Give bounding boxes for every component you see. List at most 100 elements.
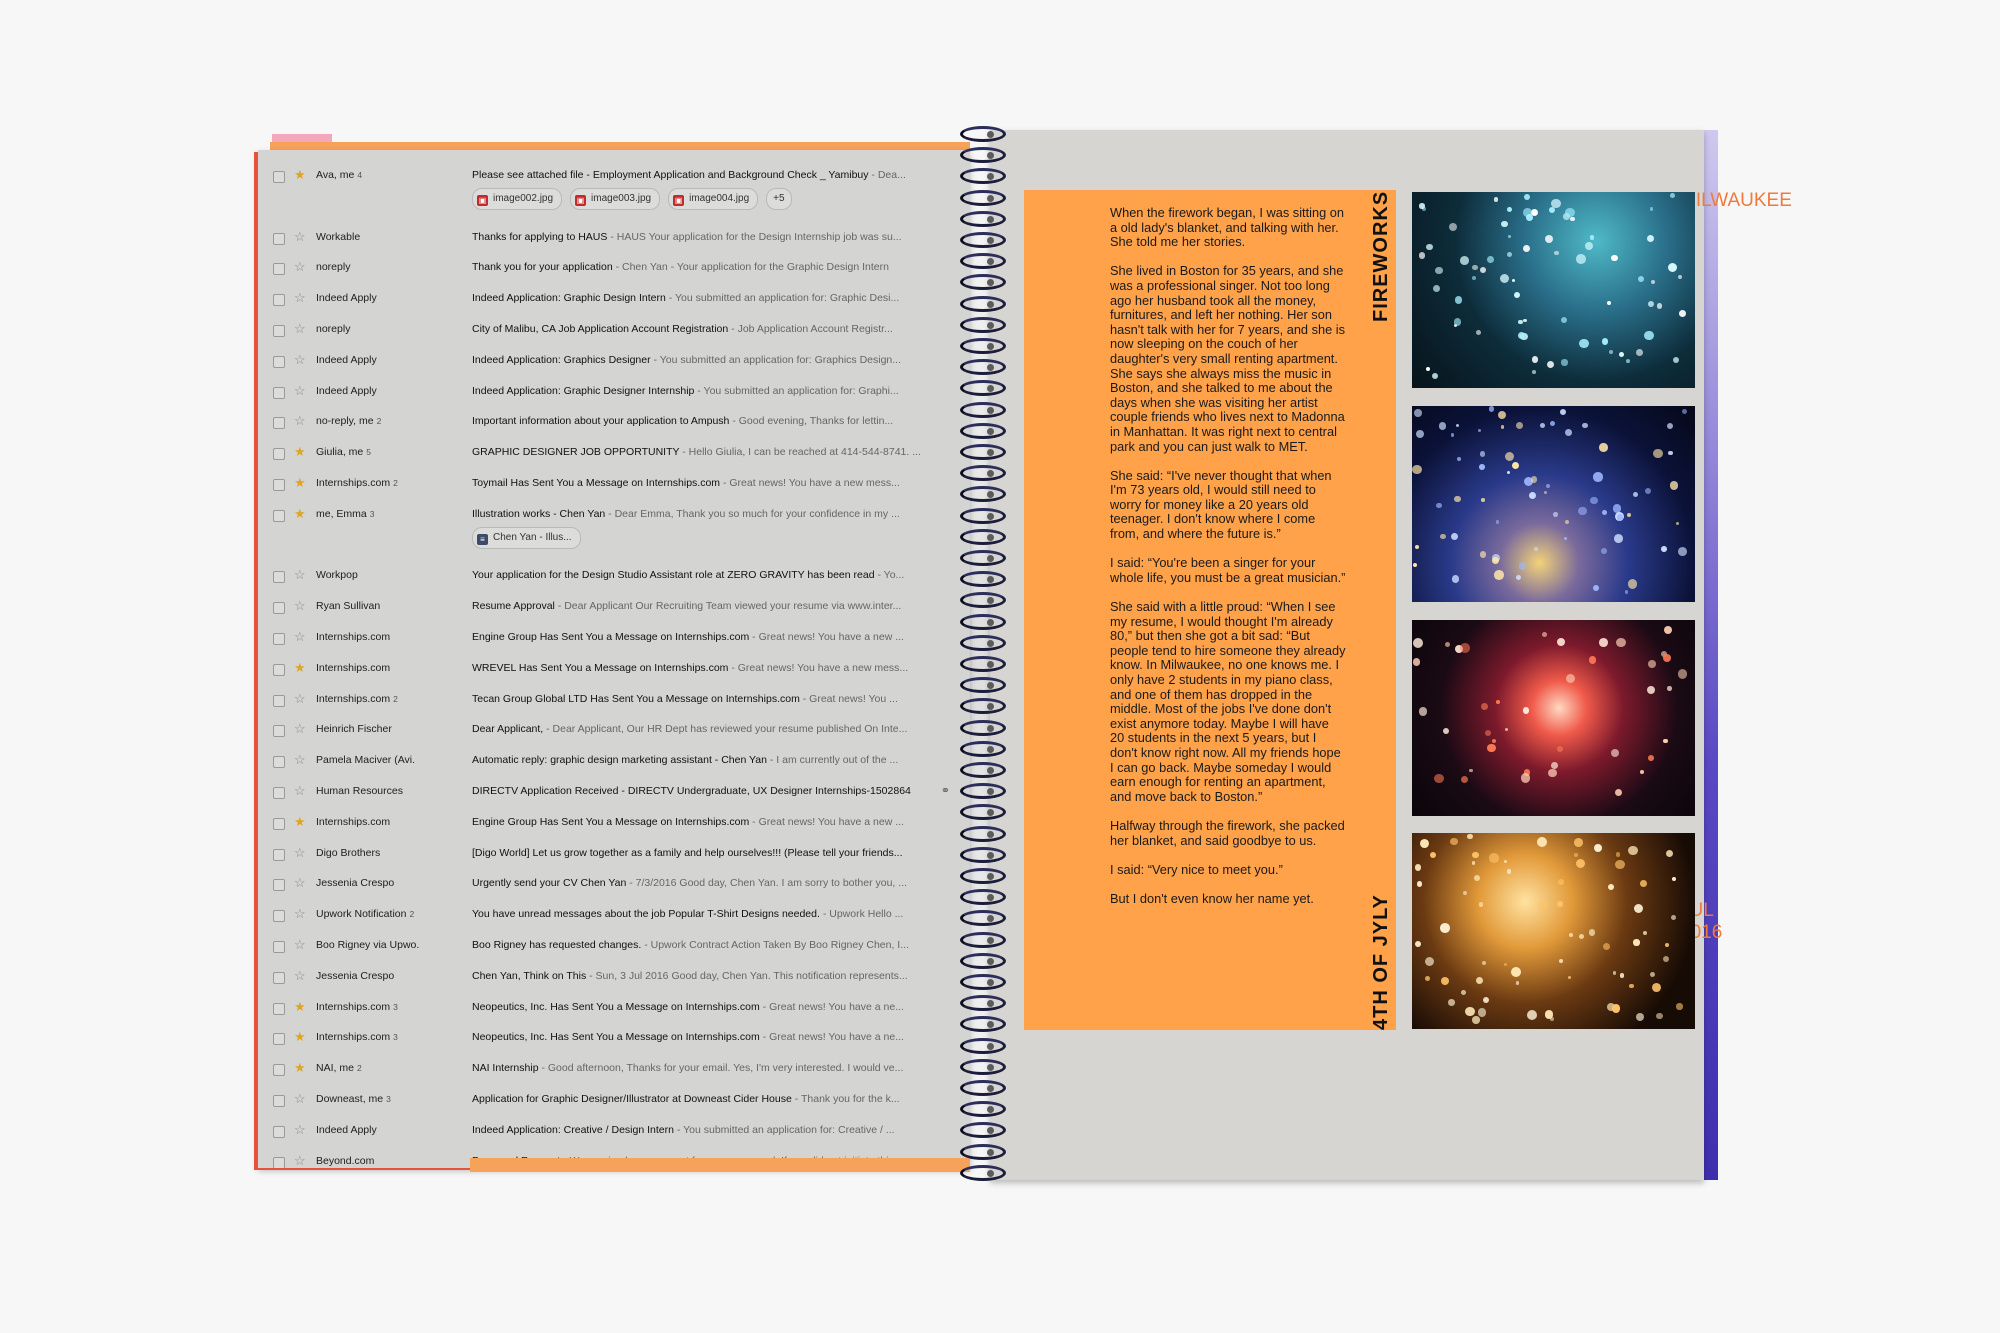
star-icon[interactable]: ☆ [294, 722, 306, 735]
row-checkbox[interactable] [273, 910, 285, 923]
mail-row[interactable]: ☆ Ryan Sullivan Resume Approval - Dear App… [258, 593, 970, 623]
star-icon[interactable]: ☆ [294, 1123, 306, 1136]
mail-row[interactable]: ☆ Indeed Apply Indeed Application: Graphic… [258, 378, 970, 408]
mail-row[interactable]: ☆ Boo Rigney via Upwo. Boo Rigney has requ… [258, 932, 970, 962]
more-attachments-chip[interactable]: +5 [766, 188, 792, 210]
row-checkbox[interactable] [273, 756, 285, 769]
mail-row[interactable]: ☆ Jessenia Crespo Chen Yan, Think on This … [258, 963, 970, 993]
row-checkbox[interactable] [273, 1156, 285, 1168]
mail-row[interactable]: ☆ Heinrich Fischer Dear Applicant, - Dear … [258, 716, 970, 746]
row-checkbox[interactable] [273, 448, 285, 461]
row-checkbox[interactable] [273, 294, 285, 307]
mail-row[interactable]: ★ Giulia, me 5 GRAPHIC DESIGNER JOB OPPORTU… [258, 439, 970, 469]
star-icon[interactable]: ☆ [294, 322, 306, 335]
star-icon[interactable]: ☆ [294, 230, 306, 243]
subject-text: Indeed Application: Creative / Design In… [472, 1123, 674, 1136]
mail-row[interactable]: ★ Internships.com 3 Neopeutics, Inc. Has Se… [258, 1024, 970, 1054]
mail-row[interactable]: ☆ Indeed Apply Indeed Application: Creativ… [258, 1117, 970, 1147]
mail-row[interactable]: ★ Internships.com 3 Neopeutics, Inc. Has Se… [258, 994, 970, 1024]
star-icon[interactable]: ☆ [294, 630, 306, 643]
mail-row[interactable]: ★ Internships.com WREVEL Has Sent You a Me… [258, 655, 970, 685]
row-checkbox[interactable] [273, 232, 285, 245]
star-icon[interactable]: ☆ [294, 260, 306, 273]
mail-row[interactable]: ☆ noreply City of Malibu, CA Job Applicati… [258, 316, 970, 346]
mail-row[interactable]: ☆ Internships.com 2 Tecan Group Global LTD … [258, 686, 970, 716]
attachment-chip[interactable]: ▣ image002.jpg [472, 188, 563, 210]
star-icon[interactable]: ☆ [294, 876, 306, 889]
star-icon[interactable]: ☆ [294, 1154, 306, 1167]
mail-row[interactable]: ☆ Internships.com Engine Group Has Sent Yo… [258, 624, 970, 654]
row-checkbox[interactable] [273, 1002, 285, 1015]
row-checkbox[interactable] [273, 941, 285, 953]
mail-row[interactable]: ☆ Downeast, me 3 Application for Graphic De… [258, 1086, 970, 1116]
star-icon[interactable]: ★ [294, 507, 306, 520]
star-icon[interactable]: ★ [294, 1061, 306, 1074]
bokeh-light [1624, 590, 1628, 594]
row-checkbox[interactable] [273, 509, 285, 522]
row-checkbox[interactable] [273, 663, 285, 676]
attachment-chip[interactable]: ≡ Chen Yan - Illus... [472, 526, 581, 549]
mail-row[interactable]: ☆ Pamela Maciver (Avi. Automatic reply: gr… [258, 747, 970, 777]
row-checkbox[interactable] [273, 787, 285, 799]
mail-row[interactable]: ☆ Digo Brothers [Digo World] Let us grow t… [258, 840, 970, 870]
star-icon[interactable]: ☆ [294, 1092, 306, 1105]
star-icon[interactable]: ★ [294, 168, 306, 181]
mail-row[interactable]: ☆ Workable Thanks for applying to HAUS - H… [258, 224, 970, 254]
star-icon[interactable]: ☆ [294, 384, 306, 397]
row-checkbox[interactable] [273, 1033, 285, 1046]
row-checkbox[interactable] [273, 1095, 285, 1107]
row-checkbox[interactable] [273, 479, 285, 491]
mail-row[interactable]: ☆ Indeed Apply Indeed Application: Graphic… [258, 347, 970, 377]
row-checkbox[interactable] [273, 171, 285, 183]
star-icon[interactable]: ☆ [294, 692, 306, 705]
star-icon[interactable]: ☆ [294, 291, 306, 304]
row-checkbox[interactable] [273, 848, 285, 861]
row-checkbox[interactable] [273, 386, 285, 399]
row-checkbox[interactable] [273, 417, 285, 430]
row-checkbox[interactable] [273, 602, 285, 615]
mail-row[interactable]: ☆ noreply Thank you for your application -… [258, 254, 970, 284]
row-checkbox[interactable] [273, 1125, 285, 1138]
star-icon[interactable]: ★ [294, 476, 306, 489]
mail-row[interactable]: ★ Internships.com 2 Toymail Has Sent You a … [258, 470, 970, 500]
row-checkbox[interactable] [273, 817, 285, 830]
star-icon[interactable]: ☆ [294, 907, 306, 920]
star-icon[interactable]: ★ [294, 1000, 306, 1013]
star-icon[interactable]: ☆ [294, 846, 306, 859]
spiral-coil [960, 1101, 1006, 1118]
row-checkbox[interactable] [273, 325, 285, 337]
row-checkbox[interactable] [273, 879, 285, 892]
row-checkbox[interactable] [273, 633, 285, 645]
row-checkbox[interactable] [273, 725, 285, 738]
row-checkbox[interactable] [273, 1064, 285, 1077]
mail-row[interactable]: ★ me, Emma 3 Illustration works - Chen Yan … [258, 501, 970, 531]
star-icon[interactable]: ★ [294, 445, 306, 458]
mail-row[interactable]: ★ Internships.com Engine Group Has Sent Yo… [258, 809, 970, 839]
attachment-chip[interactable]: ▣ image004.jpg [668, 188, 759, 210]
star-icon[interactable]: ☆ [294, 568, 306, 581]
mail-row[interactable]: ☆ Human Resources DIRECTV Application Rece… [258, 778, 970, 808]
mail-row[interactable]: ☆ no-reply, me 2 Important information abou… [258, 408, 970, 438]
row-checkbox[interactable] [273, 971, 285, 984]
star-icon[interactable]: ☆ [294, 753, 306, 766]
star-icon[interactable]: ☆ [294, 784, 306, 797]
star-icon[interactable]: ☆ [294, 599, 306, 612]
mail-row[interactable]: ★ NAI, me 2 NAI Internship - Good afternoon… [258, 1055, 970, 1085]
star-icon[interactable]: ☆ [294, 969, 306, 982]
attachment-chip[interactable]: ▣ image003.jpg [570, 188, 661, 210]
mail-row[interactable]: ☆ Jessenia Crespo Urgently send your CV Ch… [258, 870, 970, 900]
mail-row[interactable]: ☆ Indeed Apply Indeed Application: Graphic… [258, 285, 970, 315]
star-icon[interactable]: ☆ [294, 353, 306, 366]
row-checkbox[interactable] [273, 355, 285, 368]
row-checkbox[interactable] [273, 694, 285, 707]
mail-row[interactable]: ☆ Upwork Notification 2 You have unread mes… [258, 901, 970, 931]
mail-row[interactable]: ☆ Workpop Your application for the Design … [258, 562, 970, 592]
star-icon[interactable]: ☆ [294, 938, 306, 951]
bokeh-light [1570, 216, 1575, 222]
star-icon[interactable]: ☆ [294, 414, 306, 427]
row-checkbox[interactable] [273, 263, 285, 276]
star-icon[interactable]: ★ [294, 815, 306, 828]
row-checkbox[interactable] [273, 571, 285, 584]
star-icon[interactable]: ★ [294, 1030, 306, 1043]
star-icon[interactable]: ★ [294, 661, 306, 674]
